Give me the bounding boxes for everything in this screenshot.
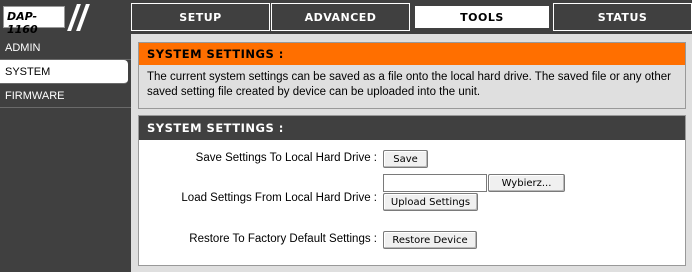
sidebar: ADMIN SYSTEM FIRMWARE <box>0 34 131 272</box>
tab-label: ADVANCED <box>304 10 377 24</box>
settings-box-title: SYSTEM SETTINGS : <box>139 116 685 140</box>
logo-area: DAP-1160 <box>0 0 131 36</box>
upload-settings-button[interactable]: Upload Settings <box>383 193 478 211</box>
main-content: SYSTEM SETTINGS : The current system set… <box>131 34 692 272</box>
tab-label: SETUP <box>179 10 222 24</box>
logo: DAP-1160 <box>3 6 65 36</box>
browse-button-label: Wybierz... <box>501 177 552 189</box>
browse-button[interactable]: Wybierz... <box>488 174 565 192</box>
save-settings-label: Save Settings To Local Hard Drive : <box>195 152 377 164</box>
sidebar-item-label: ADMIN <box>5 41 41 54</box>
info-box-description: The current system settings can be saved… <box>147 71 671 98</box>
save-button[interactable]: Save <box>383 150 428 168</box>
sidebar-item-label: SYSTEM <box>5 65 51 78</box>
top-navigation-bar: DAP-1160 SETUP ADVANCED TOOLS STATUS <box>0 0 692 36</box>
sidebar-item-label: FIRMWARE <box>5 89 65 102</box>
save-button-label: Save <box>393 153 418 165</box>
restore-device-button-label: Restore Device <box>392 234 468 246</box>
restore-settings-label: Restore To Factory Default Settings : <box>189 233 377 245</box>
tab-tools[interactable]: TOOLS <box>412 3 552 31</box>
info-box-title: SYSTEM SETTINGS : <box>139 43 685 65</box>
sidebar-item-system[interactable]: SYSTEM <box>0 60 128 84</box>
info-box: SYSTEM SETTINGS : The current system set… <box>138 42 686 109</box>
load-settings-label: Load Settings From Local Hard Drive : <box>181 192 377 204</box>
upload-settings-button-label: Upload Settings <box>390 196 471 208</box>
logo-text: DAP-1160 <box>7 10 38 36</box>
tab-label: STATUS <box>597 10 648 24</box>
tab-advanced[interactable]: ADVANCED <box>271 3 410 31</box>
tab-label: TOOLS <box>460 10 504 24</box>
settings-box: SYSTEM SETTINGS : Save Settings To Local… <box>138 115 686 266</box>
tab-status[interactable]: STATUS <box>553 3 692 31</box>
tab-setup[interactable]: SETUP <box>131 3 270 31</box>
settings-file-input[interactable] <box>383 174 487 192</box>
restore-device-button[interactable]: Restore Device <box>383 231 477 249</box>
sidebar-item-firmware[interactable]: FIRMWARE <box>0 84 131 108</box>
sidebar-item-admin[interactable]: ADMIN <box>0 36 131 60</box>
